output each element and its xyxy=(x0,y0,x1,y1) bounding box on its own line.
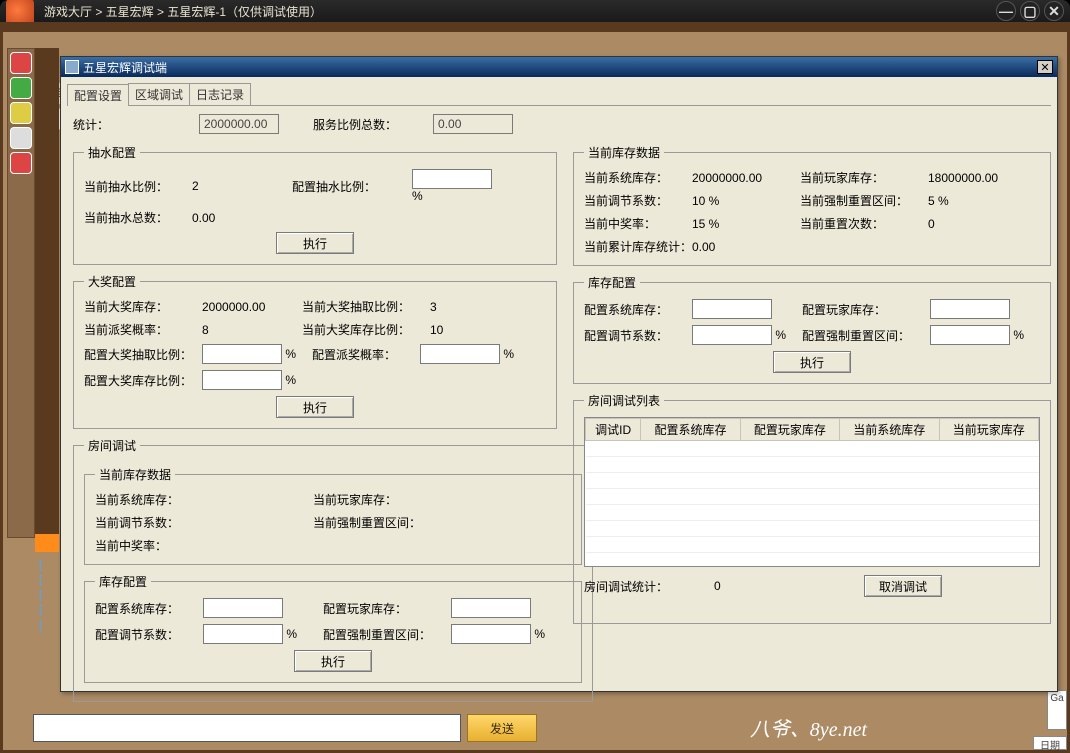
draw-legend: 抽水配置 xyxy=(84,144,140,161)
avatar[interactable] xyxy=(10,102,32,124)
prize-stock-ratio-input[interactable] xyxy=(202,370,282,390)
cur-draw-ratio-value: 2 xyxy=(192,179,292,193)
send-button[interactable]: 发送 xyxy=(467,714,537,742)
prize-legend: 大奖配置 xyxy=(84,273,140,290)
tab-config[interactable]: 配置设置 xyxy=(67,84,129,106)
left-strip xyxy=(35,48,59,538)
minimize-button[interactable]: — xyxy=(996,1,1016,21)
side-fragment-date: 日期 xyxy=(1033,736,1067,750)
tab-area[interactable]: 区域调试 xyxy=(128,83,190,105)
col-cfg-player[interactable]: 配置玩家库存 xyxy=(740,419,839,441)
dialog-icon xyxy=(65,60,79,74)
app-window: 游戏大厅 > 五星宏辉 > 五星宏辉-1（仅供调试使用） — ▢ ✕ 房间 [[… xyxy=(0,0,1070,753)
prize-draw-ratio-input[interactable] xyxy=(202,344,282,364)
stat-value: 2000000.00 xyxy=(199,114,279,134)
room-list-group: 房间调试列表 调试ID 配置系统库存 配置玩家库存 当前系统库存 当前玩家库存 xyxy=(573,392,1051,624)
avatar-sidebar xyxy=(7,48,35,538)
avatar[interactable] xyxy=(10,77,32,99)
dialog-close-button[interactable]: ✕ xyxy=(1037,60,1053,74)
room-list-stat-label: 房间调试统计： xyxy=(584,578,668,595)
table-row[interactable] xyxy=(586,457,1039,473)
cfg-force-input[interactable] xyxy=(930,325,1010,345)
col-debug-id[interactable]: 调试ID xyxy=(586,419,641,441)
draw-config-group: 抽水配置 当前抽水比例： 2 配置抽水比例： % 当前抽水总数： 0.00 执行 xyxy=(73,144,557,265)
set-draw-ratio-label: 配置抽水比例： xyxy=(292,178,412,195)
dialog-title-bar[interactable]: 五星宏辉调试端 ✕ xyxy=(61,57,1057,77)
left-strip-highlight xyxy=(35,534,59,552)
col-cur-player[interactable]: 当前玩家库存 xyxy=(939,419,1038,441)
service-ratio-label: 服务比例总数： xyxy=(313,116,397,133)
table-row[interactable] xyxy=(586,441,1039,457)
breadcrumb: 游戏大厅 > 五星宏辉 > 五星宏辉-1（仅供调试使用） xyxy=(40,3,996,20)
prize-pay-prob-input[interactable] xyxy=(420,344,500,364)
left-list-fragment: [[[[[ xyxy=(39,558,42,633)
table-row[interactable] xyxy=(586,537,1039,553)
table-row[interactable] xyxy=(586,473,1039,489)
table-row[interactable] xyxy=(586,505,1039,521)
prize-config-group: 大奖配置 当前大奖库存： 2000000.00 当前大奖抽取比例： 3 当前派奖… xyxy=(73,273,557,429)
table-row[interactable] xyxy=(586,489,1039,505)
room-debug-group: 房间调试 当前库存数据 当前系统库存： 当前玩家库存： 当前调节系数： 当前强制… xyxy=(73,437,593,702)
room-stock-cfg-group: 库存配置 配置系统库存： 配置玩家库存： 配置调节系数： % 配置强制重置区间：… xyxy=(84,573,582,683)
room-exec-button[interactable]: 执行 xyxy=(294,650,372,672)
cancel-debug-button[interactable]: 取消调试 xyxy=(864,575,942,597)
draw-exec-button[interactable]: 执行 xyxy=(276,232,354,254)
col-cfg-sys[interactable]: 配置系统库存 xyxy=(641,419,740,441)
room-list-stat-value: 0 xyxy=(714,579,721,593)
room-cfg-force-input[interactable] xyxy=(451,624,531,644)
chat-input[interactable] xyxy=(33,714,461,742)
room-stock-now-group: 当前库存数据 当前系统库存： 当前玩家库存： 当前调节系数： 当前强制重置区间：… xyxy=(84,466,582,565)
cfg-player-input[interactable] xyxy=(930,299,1010,319)
room-cfg-adj-input[interactable] xyxy=(203,624,283,644)
stat-label: 统计： xyxy=(73,116,123,133)
close-button[interactable]: ✕ xyxy=(1044,1,1064,21)
room-cfg-player-input[interactable] xyxy=(451,598,531,618)
stock-cfg-group: 库存配置 配置系统库存： 配置玩家库存： 配置调节系数： % 配置强制重置区间：… xyxy=(573,274,1051,384)
cur-draw-total-value: 0.00 xyxy=(192,211,292,225)
stock-cfg-exec-button[interactable]: 执行 xyxy=(773,351,851,373)
stock-now-group: 当前库存数据 当前系统库存： 20000000.00 当前玩家库存： 18000… xyxy=(573,144,1051,266)
debug-dialog: 五星宏辉调试端 ✕ 配置设置 区域调试 日志记录 统计： 2000000.00 … xyxy=(60,56,1058,692)
avatar[interactable] xyxy=(10,152,32,174)
prize-exec-button[interactable]: 执行 xyxy=(276,396,354,418)
tab-log[interactable]: 日志记录 xyxy=(189,83,251,105)
room-legend: 房间调试 xyxy=(84,437,140,454)
maximize-button[interactable]: ▢ xyxy=(1020,1,1040,21)
cfg-adj-input[interactable] xyxy=(692,325,772,345)
avatar[interactable] xyxy=(10,127,32,149)
table-row[interactable] xyxy=(586,521,1039,537)
cur-draw-total-label: 当前抽水总数： xyxy=(84,209,192,226)
service-ratio-value: 0.00 xyxy=(433,114,513,134)
outer-title-bar: 游戏大厅 > 五星宏辉 > 五星宏辉-1（仅供调试使用） — ▢ ✕ xyxy=(0,0,1070,22)
set-draw-ratio-input[interactable] xyxy=(412,169,492,189)
avatar[interactable] xyxy=(10,52,32,74)
cur-draw-ratio-label: 当前抽水比例： xyxy=(84,178,192,195)
tab-bar: 配置设置 区域调试 日志记录 xyxy=(67,83,1051,106)
dialog-title: 五星宏辉调试端 xyxy=(83,59,167,76)
cfg-sys-input[interactable] xyxy=(692,299,772,319)
col-cur-sys[interactable]: 当前系统库存 xyxy=(840,419,939,441)
room-list-table[interactable]: 调试ID 配置系统库存 配置玩家库存 当前系统库存 当前玩家库存 xyxy=(584,417,1040,567)
room-cfg-sys-input[interactable] xyxy=(203,598,283,618)
